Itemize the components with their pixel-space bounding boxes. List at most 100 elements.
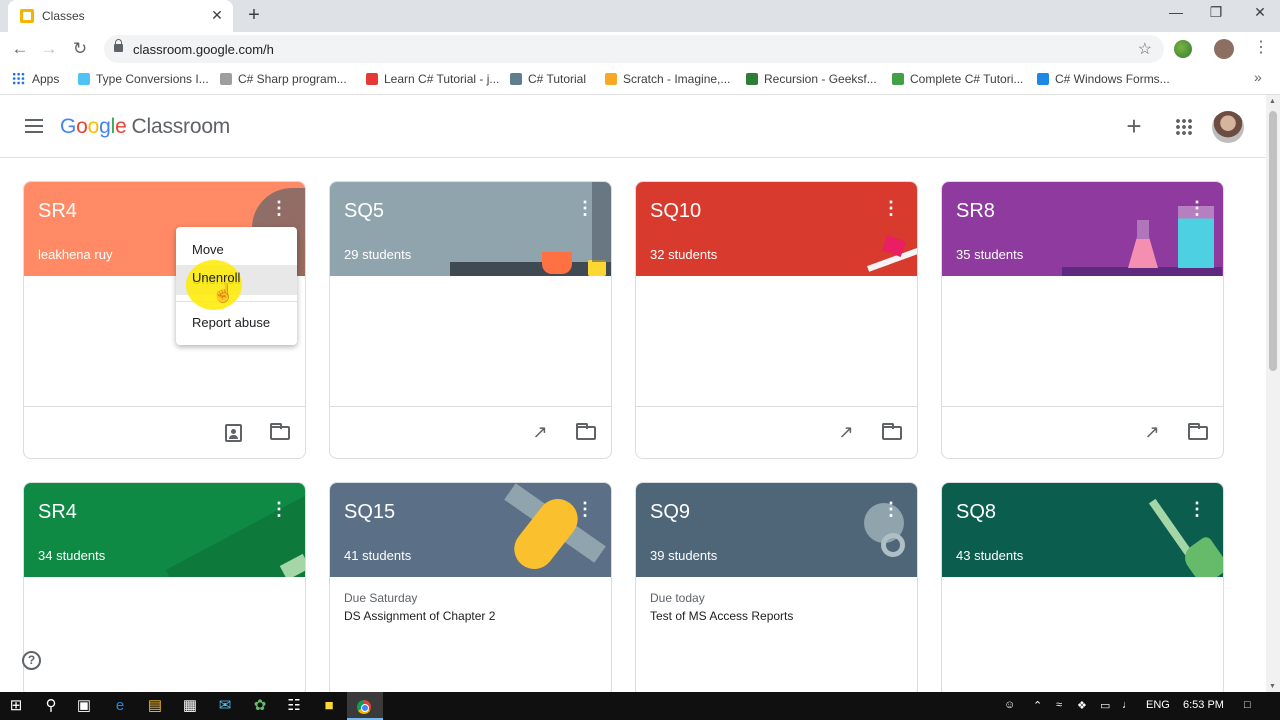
class-card[interactable]: SQ5 29 students ⋮ ↗ (329, 181, 612, 459)
scroll-down-icon[interactable]: ▼ (1269, 683, 1276, 690)
bookmark-complete-csharp[interactable]: Complete C# Tutori... (892, 72, 1023, 86)
bookmark-csharp-program[interactable]: C# Sharp program... (220, 72, 347, 86)
class-title[interactable]: SQ10 (650, 200, 701, 223)
notifications-icon[interactable]: □ (1244, 699, 1251, 711)
class-teacher[interactable]: leakhena ruy (38, 247, 112, 262)
volume-icon[interactable]: ♩ (1122, 699, 1133, 711)
extension-icon[interactable] (1174, 40, 1192, 58)
gradebook-trend-icon[interactable]: ↗ (530, 423, 550, 441)
scroll-up-icon[interactable]: ▲ (1269, 98, 1276, 105)
close-tab-icon[interactable]: ✕ (209, 7, 225, 24)
app-icon[interactable]: ☷ (284, 696, 304, 716)
browser-menu-icon[interactable]: ⋮ (1253, 40, 1269, 56)
google-classroom-logo[interactable]: Google Classroom (60, 115, 230, 139)
card-header[interactable]: SR4 34 students ⋮ (24, 483, 305, 577)
menu-item-move[interactable]: Move (176, 235, 297, 265)
new-tab-button[interactable]: + (244, 4, 264, 27)
folder-icon[interactable] (882, 423, 902, 440)
class-title[interactable]: SQ5 (344, 200, 384, 223)
back-icon[interactable]: ← (10, 39, 30, 59)
class-student-count[interactable]: 41 students (344, 548, 411, 563)
card-header[interactable]: SQ15 41 students ⋮ (330, 483, 611, 577)
hamburger-menu-icon[interactable] (25, 119, 43, 133)
maximize-icon[interactable]: ❐ (1201, 4, 1231, 21)
bookmark-scratch[interactable]: Scratch - Imagine,... (605, 72, 730, 86)
account-avatar[interactable] (1212, 111, 1244, 143)
class-student-count[interactable]: 43 students (956, 548, 1023, 563)
more-options-icon[interactable]: ⋮ (1187, 198, 1207, 218)
app-icon[interactable]: ✿ (250, 696, 270, 716)
windows-start-icon[interactable]: ⊞ (6, 696, 26, 716)
clock[interactable]: 6:53 PM (1183, 699, 1224, 711)
help-icon[interactable]: ? (22, 651, 41, 670)
show-hidden-icons-icon[interactable]: ⌃ (1033, 699, 1042, 712)
chrome-taskbar-icon[interactable] (357, 700, 371, 714)
more-options-icon[interactable]: ⋮ (575, 198, 595, 218)
class-card[interactable]: SR4 34 students ⋮ (23, 482, 306, 697)
more-options-icon[interactable]: ⋮ (575, 499, 595, 519)
class-card[interactable]: SR8 35 students ⋮ ↗ (941, 181, 1224, 459)
address-bar[interactable]: classroom.google.com/h ☆ (104, 35, 1164, 63)
bookmark-star-icon[interactable]: ☆ (1138, 39, 1152, 59)
dropbox-icon[interactable]: ❖ (1077, 699, 1087, 712)
store-icon[interactable]: ▦ (180, 696, 200, 716)
gradebook-trend-icon[interactable]: ↗ (1142, 423, 1162, 441)
class-student-count[interactable]: 39 students (650, 548, 717, 563)
browser-tab-classes[interactable]: Classes ✕ (8, 0, 233, 32)
bookmark-windows-forms[interactable]: C# Windows Forms... (1037, 72, 1170, 86)
class-card[interactable]: SQ10 32 students ⋮ ↗ (635, 181, 918, 459)
class-title[interactable]: SR4 (38, 501, 77, 524)
sticky-notes-icon[interactable]: ■ (319, 696, 339, 716)
create-join-class-icon[interactable]: + (1122, 112, 1146, 140)
class-card[interactable]: SQ9 39 students ⋮ Due today Test of MS A… (635, 482, 918, 697)
reload-icon[interactable]: ↻ (70, 39, 90, 59)
more-options-icon[interactable]: ⋮ (1187, 499, 1207, 519)
class-card[interactable]: SQ8 43 students ⋮ (941, 482, 1224, 697)
class-student-count[interactable]: 32 students (650, 247, 717, 262)
class-student-count[interactable]: 35 students (956, 247, 1023, 262)
bookmark-learn-csharp[interactable]: Learn C# Tutorial - j... (366, 72, 499, 86)
class-title[interactable]: SR8 (956, 200, 995, 223)
card-header[interactable]: SQ5 29 students ⋮ (330, 182, 611, 276)
more-bookmarks-icon[interactable]: » (1254, 69, 1262, 85)
mail-icon[interactable]: ✉ (215, 696, 235, 716)
menu-item-unenroll-label[interactable]: Unenroll (176, 263, 297, 293)
people-icon[interactable]: ☺ (1004, 699, 1015, 711)
edge-icon[interactable]: e (110, 696, 130, 716)
assignment-link[interactable]: Test of MS Access Reports (650, 609, 793, 623)
file-explorer-icon[interactable]: ▤ (145, 696, 165, 716)
folder-icon[interactable] (270, 423, 290, 440)
bookmark-recursion[interactable]: Recursion - Geeksf... (746, 72, 877, 86)
class-title[interactable]: SQ15 (344, 501, 395, 524)
page-scrollbar[interactable]: ▲ ▼ (1266, 95, 1280, 692)
class-student-count[interactable]: 34 students (38, 548, 105, 563)
bookmark-apps[interactable]: Apps (12, 72, 59, 86)
card-header[interactable]: SQ10 32 students ⋮ (636, 182, 917, 276)
google-apps-icon[interactable] (1175, 118, 1192, 135)
close-window-icon[interactable]: ✕ (1245, 4, 1275, 21)
assignment-link[interactable]: DS Assignment of Chapter 2 (344, 609, 495, 623)
bookmark-csharp-tutorial[interactable]: C# Tutorial (510, 72, 586, 86)
bookmark-type-conversions[interactable]: Type Conversions I... (78, 72, 209, 86)
more-options-icon[interactable]: ⋮ (269, 499, 289, 519)
class-title[interactable]: SQ9 (650, 501, 690, 524)
language-indicator[interactable]: ENG (1146, 699, 1170, 711)
more-options-icon[interactable]: ⋮ (881, 499, 901, 519)
more-options-icon[interactable]: ⋮ (269, 198, 289, 218)
minimize-icon[interactable]: — (1161, 4, 1191, 20)
more-options-icon[interactable]: ⋮ (881, 198, 901, 218)
card-header[interactable]: SQ8 43 students ⋮ (942, 483, 1223, 577)
browser-profile-icon[interactable] (1214, 39, 1234, 59)
forward-icon[interactable]: → (39, 39, 59, 59)
scroll-thumb[interactable] (1269, 111, 1277, 371)
folder-icon[interactable] (1188, 423, 1208, 440)
search-icon[interactable]: ⚲ (41, 696, 61, 716)
card-header[interactable]: SQ9 39 students ⋮ (636, 483, 917, 577)
folder-icon[interactable] (576, 423, 596, 440)
your-work-icon[interactable] (225, 424, 242, 442)
menu-item-report-abuse[interactable]: Report abuse (176, 308, 297, 338)
battery-icon[interactable]: ▭ (1100, 699, 1110, 712)
class-card[interactable]: SQ15 41 students ⋮ Due Saturday DS Assig… (329, 482, 612, 697)
class-title[interactable]: SR4 (38, 200, 77, 223)
gradebook-trend-icon[interactable]: ↗ (836, 423, 856, 441)
